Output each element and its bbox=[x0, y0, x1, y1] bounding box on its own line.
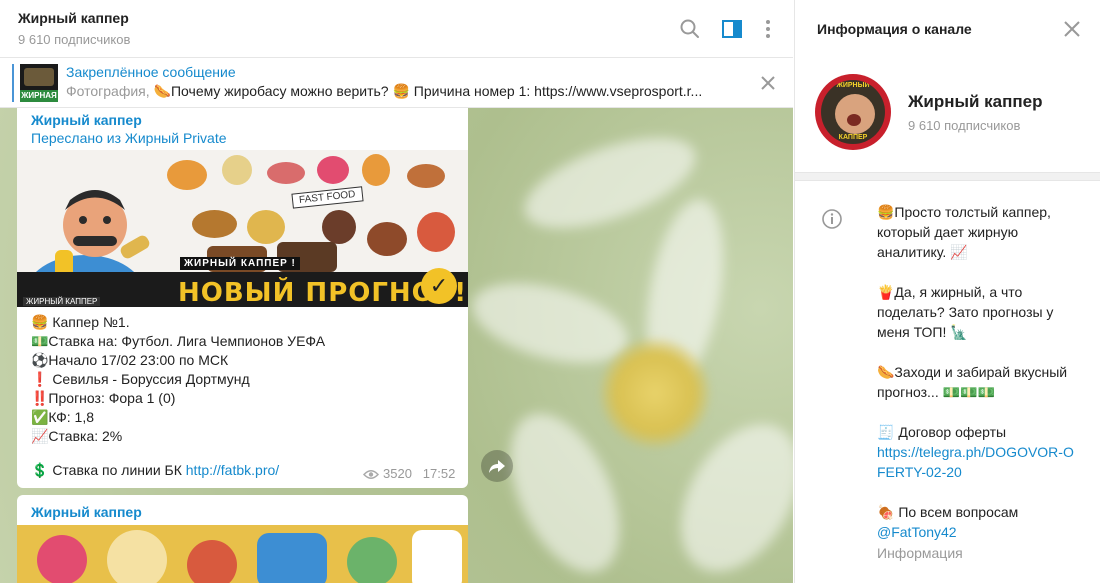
channel-subscribers: 9 610 подписчиков bbox=[908, 118, 1021, 133]
message-bubble[interactable]: Жирный каппер bbox=[17, 495, 468, 583]
description-paragraph: 🌭Заходи и забирай вкусный прогноз... 💵💵💵 bbox=[877, 364, 1068, 400]
chat-area: Жирный каппер 9 610 подписчиков ЖИРНАЯ З… bbox=[0, 0, 793, 583]
description-paragraph: 🍔Просто толстый каппер, который дает жир… bbox=[877, 204, 1051, 260]
chat-header[interactable]: Жирный каппер 9 610 подписчиков bbox=[0, 0, 793, 58]
banner-logo: ЖИРНЫЙ КАППЕР bbox=[23, 297, 101, 306]
chat-subscribers: 9 610 подписчиков bbox=[18, 32, 131, 47]
message-line: 🍔 Каппер №1. bbox=[31, 314, 130, 330]
check-icon: ✓ bbox=[421, 268, 457, 304]
pinned-message[interactable]: ЖИРНАЯ Закреплённое сообщение Фотография… bbox=[0, 58, 793, 108]
pinned-thumbnail: ЖИРНАЯ bbox=[20, 64, 58, 102]
message-bubble[interactable]: Жирный каппер Переслано из Жирный Privat… bbox=[17, 108, 468, 488]
fast-food-label: FAST FOOD bbox=[291, 186, 364, 209]
banner-small-label: ЖИРНЫЙ КАППЕР ! bbox=[180, 257, 300, 270]
message-line: 📈Ставка: 2% bbox=[31, 428, 123, 444]
search-icon[interactable] bbox=[678, 17, 702, 41]
message-line: ✅КФ: 1,8 bbox=[31, 409, 94, 425]
avatar[interactable]: ЖИРНЫЙ КАППЕР bbox=[815, 74, 891, 150]
sidebar-toggle-icon[interactable] bbox=[720, 17, 744, 41]
message-photo[interactable] bbox=[17, 525, 468, 583]
message-photo[interactable]: FAST FOOD ЖИРНЫЙ КАППЕР ! НОВЫЙ ПРОГНОЗ!… bbox=[17, 150, 468, 307]
message-author[interactable]: Жирный каппер bbox=[31, 112, 142, 128]
panel-title: Информация о канале bbox=[817, 21, 972, 37]
views-count: 3520 bbox=[383, 466, 412, 481]
message-line: ❗ Севилья - Боруссия Дортмунд bbox=[31, 371, 250, 387]
info-icon bbox=[822, 209, 842, 229]
message-meta: 3520 17:52 bbox=[363, 466, 455, 481]
message-line: 💵Ставка на: Футбол. Лига Чемпионов УЕФА bbox=[31, 333, 326, 349]
description-paragraph: 🍖 По всем вопросам @FatTony42 bbox=[877, 504, 1019, 540]
message-line: ‼️Прогноз: Фора 1 (0) bbox=[31, 390, 176, 406]
message-time: 17:52 bbox=[422, 466, 456, 481]
channel-info-panel: Информация о канале ЖИРНЫЙ КАППЕР Жирный… bbox=[794, 0, 1100, 583]
channel-name: Жирный каппер bbox=[908, 92, 1043, 111]
pinned-text: Фотография, 🌭Почему жиробасу можно верит… bbox=[66, 83, 703, 99]
offer-link[interactable]: https://telegra.ph/DOGOVOR-OFERTY-02-20 bbox=[877, 444, 1074, 480]
forwarded-from[interactable]: Переслано из Жирный Private bbox=[31, 130, 227, 146]
close-icon[interactable] bbox=[1061, 18, 1083, 40]
message-author[interactable]: Жирный каппер bbox=[31, 504, 142, 520]
more-icon[interactable] bbox=[756, 17, 780, 41]
message-text: 🍔 Каппер №1. 💵Ставка на: Футбол. Лига Че… bbox=[31, 313, 325, 446]
description-paragraph: 🧾 Договор оферты https://telegra.ph/DOGOV… bbox=[877, 424, 1074, 480]
channel-description: 🍔Просто толстый каппер, который дает жир… bbox=[877, 202, 1077, 562]
chat-title[interactable]: Жирный каппер bbox=[18, 10, 129, 26]
pinned-title: Закреплённое сообщение bbox=[66, 64, 236, 80]
pinned-accent-bar bbox=[12, 64, 14, 102]
close-icon[interactable] bbox=[758, 73, 778, 93]
message-line: ⚽Начало 17/02 23:00 по МСК bbox=[31, 352, 229, 368]
bk-link[interactable]: http://fatbk.pro/ bbox=[186, 462, 279, 478]
message-footer-line: 💲 Ставка по линии БК http://fatbk.pro/ bbox=[31, 462, 280, 478]
info-label: Информация bbox=[877, 545, 963, 561]
description-paragraph: 🍟Да, я жирный, а что поделать? Зато прог… bbox=[877, 284, 1054, 340]
eye-icon bbox=[363, 470, 379, 480]
contact-link[interactable]: @FatTony42 bbox=[877, 524, 957, 540]
share-icon[interactable] bbox=[481, 450, 513, 482]
section-divider bbox=[795, 172, 1100, 181]
